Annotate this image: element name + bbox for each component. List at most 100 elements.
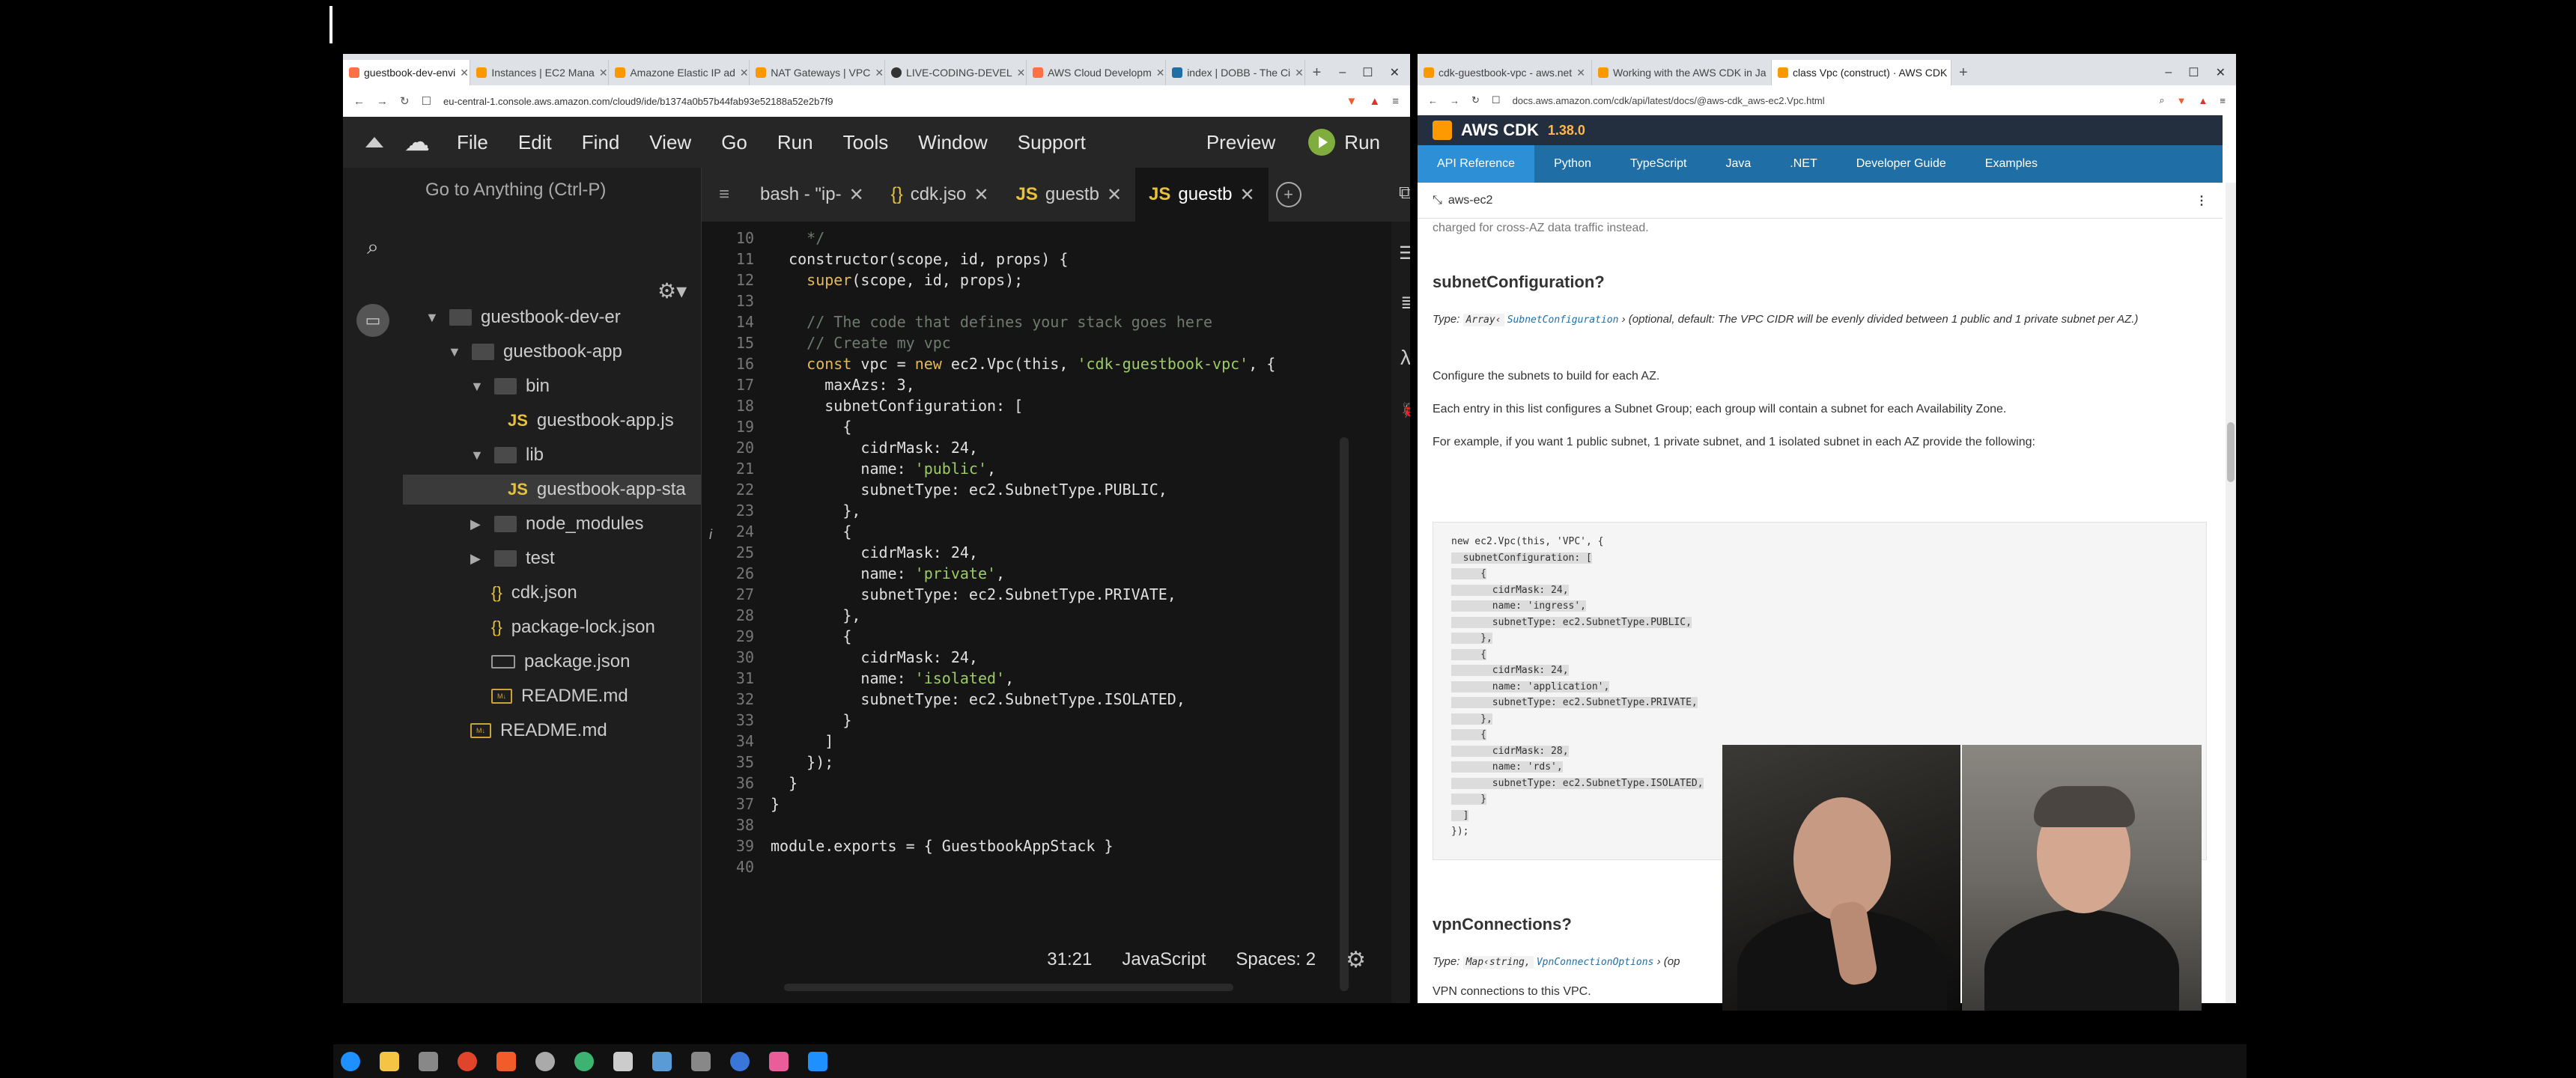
close-tab-icon[interactable]: ✕ (599, 67, 608, 79)
reload-icon[interactable]: ↻ (400, 94, 410, 108)
close-window-icon[interactable]: ✕ (1390, 65, 1400, 80)
outline-icon[interactable]: ≣ (1400, 290, 1410, 314)
close-window-icon[interactable]: ✕ (2216, 65, 2226, 80)
tree-item[interactable]: ▼ guestbook-app (448, 337, 622, 367)
file-explorer-icon[interactable] (380, 1051, 399, 1071)
menu-view[interactable]: View (634, 131, 706, 154)
menu-file[interactable]: File (442, 131, 503, 154)
expand-sidebar-icon[interactable]: ⤡ (1433, 194, 1442, 207)
back-icon[interactable]: ← (353, 95, 365, 108)
bookmark-icon[interactable]: ☐ (422, 94, 431, 108)
browser-tab[interactable]: Instances | EC2 Mana ✕ (470, 60, 610, 85)
environment-folder-icon[interactable]: ▭ (356, 304, 389, 337)
browser-tab[interactable]: class Vpc (construct) · AWS CDK✕ (1771, 60, 1951, 85)
editor-vertical-scrollbar[interactable] (1340, 437, 1349, 991)
browser-tab[interactable]: cdk-guestbook-vpc - aws.net ✕ (1418, 60, 1592, 85)
version-link[interactable]: 1.38.0 (1548, 123, 1585, 138)
tree-item[interactable]: ▶ node_modules (470, 509, 643, 539)
menu-window[interactable]: Window (903, 131, 1002, 154)
editor-tab-terminal[interactable]: bash - "ip- ✕ (747, 168, 878, 222)
editor-tab-guestbook-stack[interactable]: JS guestb ✕ (1135, 168, 1269, 222)
new-tab-icon[interactable]: + (1305, 60, 1329, 85)
more-options-icon[interactable]: ⋮ (2196, 193, 2208, 208)
breadcrumb-module[interactable]: aws-ec2 (1448, 194, 1493, 207)
minimize-icon[interactable]: – (2165, 66, 2172, 79)
tree-item[interactable]: package.json (491, 647, 630, 677)
close-tab-icon[interactable]: ✕ (1239, 184, 1254, 206)
browser-tab[interactable]: NAT Gateways | VPC ✕ (750, 60, 886, 85)
bookmark-icon[interactable]: ☐ (1492, 94, 1501, 106)
docs-title[interactable]: AWS CDK (1461, 121, 1539, 140)
browser-tab[interactable]: Working with the AWS CDK in Ja✕ (1592, 60, 1772, 85)
goto-anything-input[interactable]: Go to Anything (Ctrl-P) (425, 180, 606, 201)
nav-api-reference[interactable]: API Reference (1418, 145, 1535, 183)
app-icon[interactable] (574, 1051, 594, 1071)
maximize-icon[interactable]: ☐ (2188, 65, 2199, 80)
url-field[interactable]: eu-central-1.console.aws.amazon.com/clou… (443, 96, 1334, 107)
tree-item[interactable]: ▼ guestbook-dev-er (425, 302, 621, 332)
cursor-position[interactable]: 31:21 (1047, 949, 1092, 970)
new-tab-plus-icon[interactable]: + (1275, 182, 1301, 207)
close-tab-icon[interactable]: ✕ (1156, 67, 1165, 79)
tree-item[interactable]: ▼ lib (470, 440, 544, 470)
editor-tab-guestbook-app[interactable]: JS guestb ✕ (1003, 168, 1136, 222)
app-icon[interactable] (613, 1051, 633, 1071)
app-icon[interactable] (808, 1051, 827, 1071)
search-icon[interactable]: ⌕ (359, 235, 386, 262)
maximize-icon[interactable]: ☐ (1362, 65, 1373, 80)
brave-shield-icon[interactable]: ▼ (1346, 95, 1358, 108)
editor-tab-cdk-json[interactable]: {} cdk.jso ✕ (878, 168, 1003, 222)
tree-item[interactable]: ▶ test (470, 543, 555, 573)
brave-browser-icon[interactable] (496, 1051, 516, 1071)
menu-run[interactable]: Run (762, 131, 828, 154)
store-icon[interactable] (419, 1051, 438, 1071)
app-icon[interactable] (458, 1051, 477, 1071)
settings-gear-icon[interactable]: ⚙ (1346, 947, 1366, 973)
minimize-icon[interactable]: – (1339, 66, 1346, 79)
menu-tools[interactable]: Tools (828, 131, 904, 154)
app-icon[interactable] (691, 1051, 711, 1071)
collaborate-icon[interactable]: ☰ (1399, 243, 1410, 264)
language-mode[interactable]: JavaScript (1122, 949, 1206, 970)
scrollbar-thumb[interactable] (2227, 422, 2235, 482)
preview-panel-icon[interactable]: ⧉ (1399, 183, 1410, 204)
close-tab-icon[interactable]: ✕ (849, 184, 864, 206)
run-button[interactable]: Run (1293, 129, 1410, 156)
brave-shield-icon[interactable]: ▼ (2177, 95, 2187, 106)
collapse-menu-icon[interactable] (365, 137, 383, 147)
tree-item[interactable]: M↓ README.md (491, 681, 628, 711)
nav-python[interactable]: Python (1534, 157, 1611, 171)
close-tab-icon[interactable]: ✕ (460, 67, 469, 79)
nav-typescript[interactable]: TypeScript (1611, 157, 1707, 171)
vpn-connection-options-link[interactable]: VpnConnectionOptions (1537, 957, 1654, 968)
subnet-configuration-link[interactable]: SubnetConfiguration (1507, 314, 1619, 326)
browser-tab[interactable]: guestbook-dev-envi ✕ (343, 60, 471, 85)
nav-examples[interactable]: Examples (1966, 157, 2057, 171)
preview-button[interactable]: Preview (1188, 131, 1293, 154)
tree-item[interactable]: M↓ README.md (470, 716, 607, 746)
close-tab-icon[interactable]: ✕ (973, 184, 988, 206)
tree-settings-gear-icon[interactable]: ⚙▾ (657, 278, 687, 303)
forward-icon[interactable]: → (377, 95, 388, 108)
chrome-icon[interactable] (730, 1051, 750, 1071)
menu-support[interactable]: Support (1003, 131, 1101, 154)
menu-find[interactable]: Find (567, 131, 635, 154)
lambda-icon[interactable]: λ (1400, 346, 1410, 370)
editor-horizontal-scrollbar[interactable] (784, 984, 1233, 991)
brave-rewards-icon[interactable]: ▲ (1369, 95, 1380, 108)
new-tab-icon[interactable]: + (1951, 60, 1975, 85)
close-tab-icon[interactable]: ✕ (1017, 67, 1026, 79)
tab-list-icon[interactable]: ≡ (702, 184, 747, 205)
brave-rewards-icon[interactable]: ▲ (2199, 95, 2208, 106)
menu-icon[interactable]: ≡ (1392, 95, 1400, 108)
nav-java[interactable]: Java (1706, 157, 1770, 171)
tree-item[interactable]: {} cdk.json (491, 578, 577, 608)
browser-tab[interactable]: LIVE-CODING-DEVEL ✕ (885, 60, 1027, 85)
url-field[interactable]: docs.aws.amazon.com/cdk/api/latest/docs/… (1513, 95, 2148, 106)
menu-icon[interactable]: ≡ (2220, 95, 2226, 106)
close-tab-icon[interactable]: ✕ (1576, 67, 1585, 79)
debugger-icon[interactable]: 🐞 (1400, 400, 1410, 419)
app-icon[interactable] (769, 1051, 789, 1071)
close-tab-icon[interactable]: ✕ (1295, 67, 1304, 79)
app-icon[interactable] (652, 1051, 672, 1071)
